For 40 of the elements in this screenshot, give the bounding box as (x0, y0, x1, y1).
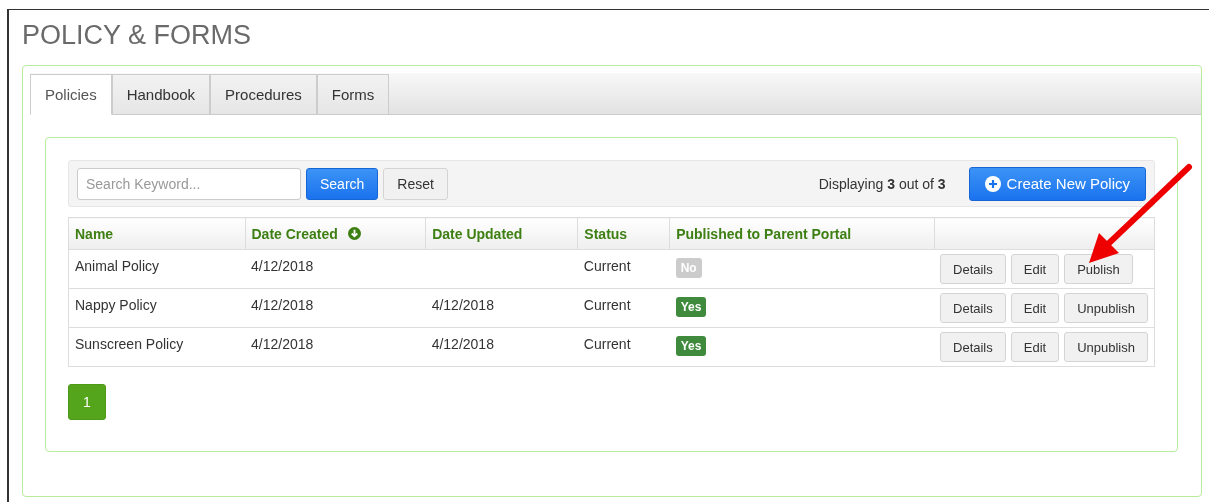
action-button[interactable]: Edit (1010, 254, 1060, 284)
published-badge: Yes (675, 336, 707, 356)
name-cell: Sunscreen Policy (75, 336, 184, 352)
plus-circle-icon (984, 175, 1001, 192)
action-button[interactable]: Details (940, 332, 1006, 362)
column-header[interactable]: Date Created (245, 217, 426, 250)
action-button[interactable]: Details (940, 254, 1006, 284)
name-cell: Animal Policy (75, 258, 160, 274)
action-button[interactable]: Details (940, 293, 1006, 323)
create-button[interactable]: Create New Policy (968, 166, 1146, 201)
search-field[interactable]: Search Keyword... (77, 167, 301, 200)
column-header[interactable]: Name (68, 217, 245, 250)
status-cell: Current (583, 297, 631, 313)
published-badge: Yes (675, 297, 707, 317)
tab[interactable]: Handbook (111, 74, 211, 114)
search-button[interactable]: Search (306, 167, 379, 200)
page-title: POLICY & FORMS (22, 20, 253, 51)
column-header[interactable]: Published to Parent Portal (669, 217, 934, 250)
date-cell: 4/12/2018 (251, 297, 314, 313)
reset-button[interactable]: Reset (383, 167, 448, 200)
tab[interactable]: Forms (316, 74, 390, 114)
action-button[interactable]: Unpublish (1064, 332, 1148, 362)
status-cell: Current (583, 258, 631, 274)
tab[interactable]: Procedures (210, 74, 317, 114)
column-header[interactable] (934, 217, 1155, 250)
action-button[interactable]: Unpublish (1064, 293, 1148, 323)
action-button[interactable]: Publish (1064, 254, 1133, 284)
action-button[interactable]: Edit (1010, 293, 1060, 323)
date-cell: 4/12/2018 (251, 258, 314, 274)
date-cell: 4/12/2018 (431, 297, 494, 313)
date-cell: 4/12/2018 (431, 336, 494, 352)
action-button[interactable]: Edit (1010, 332, 1060, 362)
record-count: Displaying 3 out of 3 (818, 175, 946, 192)
column-header[interactable]: Date Updated (425, 217, 578, 250)
name-cell: Nappy Policy (75, 297, 157, 313)
status-cell: Current (583, 336, 631, 352)
column-header[interactable]: Status (577, 217, 670, 250)
date-cell: 4/12/2018 (251, 336, 314, 352)
sort-down-icon[interactable] (347, 227, 361, 240)
tab[interactable]: Policies (30, 74, 112, 115)
